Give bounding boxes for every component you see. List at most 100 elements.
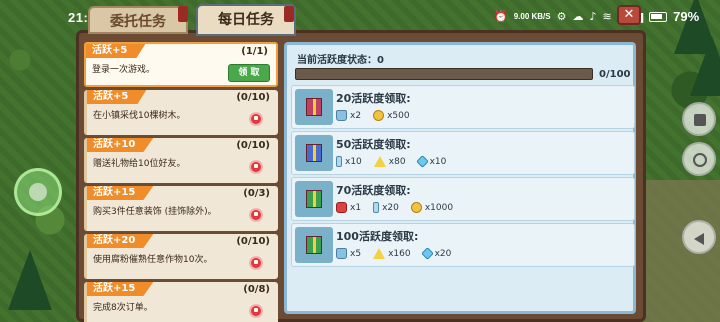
reward-item: x1000 xyxy=(410,202,453,213)
tab-daily-tasks[interactable]: 每日任务 xyxy=(196,4,296,36)
reward-chest-thumbnail xyxy=(295,135,333,171)
reward-quantity: x80 xyxy=(388,156,406,167)
jar-icon xyxy=(336,110,347,121)
reward-item-list: x2 x500 xyxy=(336,110,410,121)
cloud-icon: ☁ xyxy=(572,10,584,23)
activity-badge: 活跃+5 xyxy=(87,90,147,104)
battery-icon xyxy=(649,11,668,22)
reward-chest-thumbnail xyxy=(295,89,333,125)
pine-tree xyxy=(8,250,52,310)
task-progress: (0/8) xyxy=(243,284,270,295)
reward-tier-title: 100活跃度领取: xyxy=(336,230,419,243)
reward-item: x20 xyxy=(373,202,399,213)
go-to-task-icon[interactable] xyxy=(249,304,263,318)
square-icon xyxy=(694,114,706,126)
game-controller-icon: ⚙ xyxy=(556,10,567,23)
bottle-icon xyxy=(336,156,342,167)
reward-quantity: x2 xyxy=(350,110,362,121)
task-item: 活跃+5 (1/1) 登录一次游戏。 领 取 xyxy=(84,42,278,87)
reward-item: x5 xyxy=(336,248,361,259)
reward-quantity: x500 xyxy=(387,110,410,121)
activity-progress-bar xyxy=(295,68,593,80)
task-item: 活跃+15 (0/3) 购买3件任意装饰 (挂饰除外)。 xyxy=(84,186,278,231)
activity-badge: 活跃+10 xyxy=(87,138,154,152)
gift-icon xyxy=(306,98,322,116)
reward-chest-thumbnail xyxy=(295,181,333,217)
gift-icon xyxy=(306,144,322,162)
task-progress: (0/3) xyxy=(243,188,270,199)
reward-tier-title: 20活跃度领取: xyxy=(336,92,411,105)
claim-button[interactable]: 领 取 xyxy=(228,64,270,82)
circle-icon xyxy=(693,153,707,167)
status-icons: ⏰ 9.00 KB/S ⚙ ☁ ♪ ≋ ▂▄▆ 79% xyxy=(494,9,699,24)
task-item: 活跃+15 (0/8) 完成8次订单。 xyxy=(84,282,278,322)
task-item: 活跃+5 (0/10) 在小镇采伐10棵树木。 xyxy=(84,90,278,135)
reward-quantity: x20 xyxy=(434,248,452,259)
activity-badge: 活跃+15 xyxy=(87,186,154,200)
activity-badge: 活跃+5 xyxy=(86,44,146,58)
gift-icon xyxy=(306,190,322,208)
bottle-icon xyxy=(373,202,380,213)
reward-item-list: x10 x80 x10 xyxy=(336,155,447,168)
task-description: 在小镇采伐10棵树木。 xyxy=(93,111,186,121)
reward-tier-50[interactable]: 50活跃度领取: x10 x80 x10 xyxy=(291,131,635,175)
activity-status-label: 当前活跃度状态：0 xyxy=(297,55,384,66)
battery-percent: 79% xyxy=(673,9,700,24)
go-to-task-icon[interactable] xyxy=(249,160,263,174)
go-to-task-icon[interactable] xyxy=(249,208,263,222)
task-item: 活跃+10 (0/10) 赠送礼物给10位好友。 xyxy=(84,138,278,183)
reward-item: x20 xyxy=(420,247,452,260)
reward-quantity: x5 xyxy=(350,248,362,259)
reward-quantity: x10 xyxy=(429,156,447,167)
recent-apps-button[interactable] xyxy=(682,102,716,136)
gem-icon xyxy=(420,247,434,260)
task-description: 赠送礼物给10位好友。 xyxy=(93,159,186,169)
reward-item-list: x5 x160 x20 xyxy=(336,247,452,260)
wifi-icon: ≋ xyxy=(602,10,612,23)
home-button[interactable] xyxy=(682,142,716,176)
reward-item-list: x1 x20 x1000 xyxy=(336,202,453,213)
gem-icon xyxy=(415,155,429,168)
jar-icon xyxy=(336,248,347,259)
close-button[interactable]: ✕ xyxy=(617,5,641,25)
reward-item: x500 xyxy=(373,110,410,121)
star-icon xyxy=(373,156,386,167)
task-progress: (1/1) xyxy=(241,46,268,57)
reward-tier-100[interactable]: 100活跃度领取: x5 x160 x20 xyxy=(291,223,635,267)
back-arrow-icon xyxy=(694,233,704,245)
reward-quantity: x1 xyxy=(350,202,362,213)
back-button[interactable] xyxy=(682,220,716,254)
reward-tier-70[interactable]: 70活跃度领取: x1 x20 x1000 xyxy=(291,177,635,221)
task-description: 登录一次游戏。 xyxy=(92,65,156,75)
coin-icon xyxy=(410,202,422,213)
reward-item: x10 xyxy=(336,156,362,167)
task-description: 使用腐粉催熟任意作物10次。 xyxy=(93,255,213,265)
tab-divider xyxy=(284,6,294,22)
activity-progress-text: 0/100 xyxy=(599,69,631,80)
reward-tier-title: 70活跃度领取: xyxy=(336,184,411,197)
reward-item: x1 xyxy=(336,202,361,213)
reward-tier-title: 50活跃度领取: xyxy=(336,138,411,151)
task-description: 购买3件任意装饰 (挂饰除外)。 xyxy=(93,207,217,217)
reward-item: x160 xyxy=(373,248,411,259)
daily-task-list[interactable]: 活跃+5 (1/1) 登录一次游戏。 领 取 活跃+5 (0/10) 在小镇采伐… xyxy=(84,42,278,322)
activity-badge: 活跃+15 xyxy=(87,282,154,296)
star-icon xyxy=(373,248,386,259)
task-description: 完成8次订单。 xyxy=(93,303,153,313)
reward-quantity: x10 xyxy=(345,156,362,167)
task-progress: (0/10) xyxy=(236,236,270,247)
gift-icon xyxy=(306,236,322,254)
go-to-task-icon[interactable] xyxy=(249,256,263,270)
go-to-task-icon[interactable] xyxy=(249,112,263,126)
mute-icon: ♪ xyxy=(589,10,597,23)
tab-divider xyxy=(178,6,188,22)
virtual-joystick[interactable] xyxy=(14,168,62,216)
tab-commission-tasks[interactable]: 委托任务 xyxy=(88,6,188,34)
reward-tier-20[interactable]: 20活跃度领取: x2 x500 xyxy=(291,85,635,129)
task-item: 活跃+20 (0/10) 使用腐粉催熟任意作物10次。 xyxy=(84,234,278,279)
alarm-icon: ⏰ xyxy=(494,10,508,23)
reward-quantity: x160 xyxy=(388,248,411,259)
task-progress: (0/10) xyxy=(236,140,270,151)
network-speed: 9.00 KB/S xyxy=(513,11,551,21)
activity-reward-panel: 当前活跃度状态：0 0/100 20活跃度领取: x2 x500 50活跃度领取… xyxy=(284,42,636,314)
